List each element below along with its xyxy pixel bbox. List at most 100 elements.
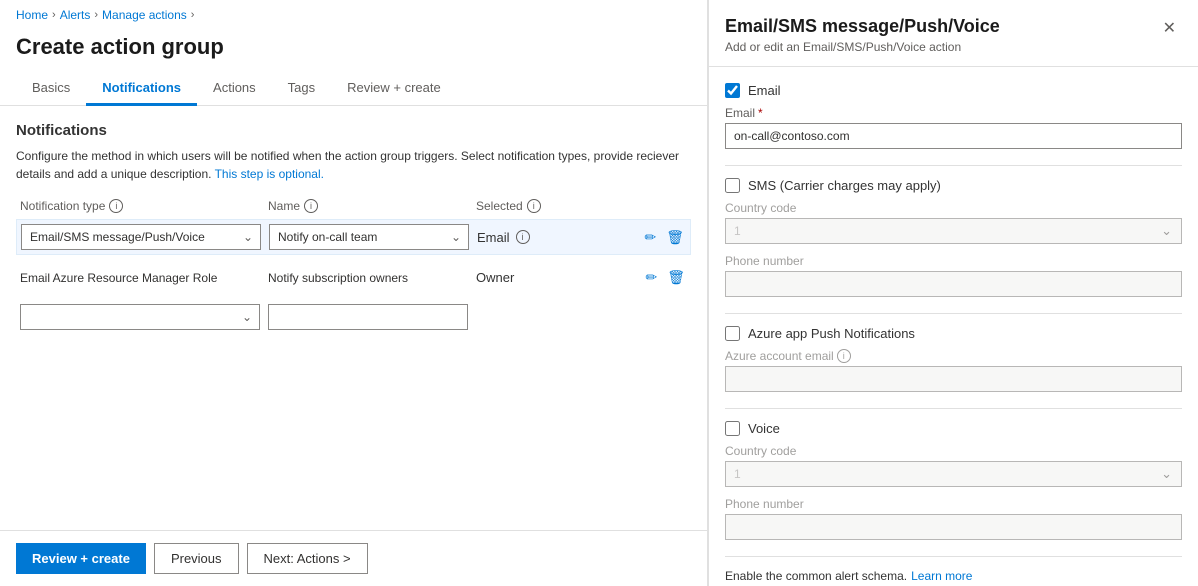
notifications-section-title: Notifications — [16, 122, 691, 139]
edit-button-1[interactable]: ✏ — [642, 227, 658, 248]
schema-row: Enable the common alert schema. Learn mo… — [725, 569, 1182, 583]
email-checkbox[interactable] — [725, 83, 740, 98]
selected-value-1: Email — [477, 230, 510, 245]
tab-tags[interactable]: Tags — [272, 72, 331, 106]
breadcrumb-manage-actions[interactable]: Manage actions — [102, 8, 187, 22]
panel-subtitle: Add or edit an Email/SMS/Push/Voice acti… — [725, 40, 1000, 54]
voice-country-code-row: Country code 1 — [725, 444, 1182, 487]
col-selected: Selected i — [476, 199, 687, 213]
add-name-input[interactable] — [268, 304, 468, 330]
sms-checkbox[interactable] — [725, 178, 740, 193]
selected-cell-2: Owner ✏ 🗑 — [476, 267, 687, 288]
voice-phone-label: Phone number — [725, 497, 1182, 511]
notifications-description: Configure the method in which users will… — [16, 147, 691, 183]
breadcrumb: Home › Alerts › Manage actions › — [0, 0, 707, 30]
action-icons-1: ✏ 🗑 — [642, 227, 686, 248]
right-panel: Email/SMS message/Push/Voice Add or edit… — [708, 0, 1198, 586]
bottom-bar: Review + create Previous Next: Actions > — [0, 530, 707, 586]
email-field-label: Email * — [725, 106, 1182, 120]
sms-country-code-select[interactable]: 1 — [725, 218, 1182, 244]
push-checkbox[interactable] — [725, 326, 740, 341]
divider-3 — [725, 408, 1182, 409]
push-account-email-row: Azure account email i — [725, 349, 1182, 392]
action-icons-2: ✏ 🗑 — [643, 267, 687, 288]
tab-notifications[interactable]: Notifications — [86, 72, 197, 106]
divider-1 — [725, 165, 1182, 166]
review-create-button[interactable]: Review + create — [16, 543, 146, 574]
voice-country-code-label: Country code — [725, 444, 1182, 458]
selected-info-icon-1[interactable]: i — [516, 230, 530, 244]
delete-button-1[interactable]: 🗑 — [664, 227, 686, 248]
sms-country-code-wrapper: 1 — [725, 218, 1182, 244]
notification-type-label-2: Email Azure Resource Manager Role — [20, 271, 260, 285]
notification-type-select-1[interactable]: Email/SMS message/Push/Voice — [21, 224, 261, 250]
sms-country-code-row: Country code 1 — [725, 201, 1182, 244]
sms-checkbox-row: SMS (Carrier charges may apply) — [725, 178, 1182, 193]
notification-name-label-2: Notify subscription owners — [268, 271, 468, 285]
sms-country-code-label: Country code — [725, 201, 1182, 215]
previous-button[interactable]: Previous — [154, 543, 239, 574]
learn-more-link[interactable]: Learn more — [911, 569, 972, 583]
tab-review-create[interactable]: Review + create — [331, 72, 457, 106]
email-field-row: Email * — [725, 106, 1182, 149]
sms-label: SMS (Carrier charges may apply) — [748, 178, 941, 193]
breadcrumb-home[interactable]: Home — [16, 8, 48, 22]
notification-type-select-wrapper-1: Email/SMS message/Push/Voice — [21, 224, 261, 250]
next-actions-button[interactable]: Next: Actions > — [247, 543, 368, 574]
push-label: Azure app Push Notifications — [748, 326, 915, 341]
voice-country-code-wrapper: 1 — [725, 461, 1182, 487]
add-row — [16, 300, 691, 334]
voice-country-code-select[interactable]: 1 — [725, 461, 1182, 487]
email-input[interactable] — [725, 123, 1182, 149]
push-checkbox-row: Azure app Push Notifications — [725, 326, 1182, 341]
tab-basics[interactable]: Basics — [16, 72, 86, 106]
name-info-icon[interactable]: i — [304, 199, 318, 213]
table-header: Notification type i Name i Selected i — [16, 199, 691, 213]
voice-checkbox[interactable] — [725, 421, 740, 436]
push-account-email-label: Azure account email i — [725, 349, 1182, 363]
divider-4 — [725, 556, 1182, 557]
add-type-select-wrapper — [20, 304, 260, 330]
notification-type-info-icon[interactable]: i — [109, 199, 123, 213]
push-account-email-input[interactable] — [725, 366, 1182, 392]
voice-label: Voice — [748, 421, 780, 436]
tab-actions[interactable]: Actions — [197, 72, 272, 106]
email-section: Email Email * — [725, 83, 1182, 149]
selected-cell-1: Email i ✏ 🗑 — [477, 227, 686, 248]
divider-2 — [725, 313, 1182, 314]
add-type-select[interactable] — [20, 304, 260, 330]
notification-name-select-wrapper-1: Notify on-call team — [269, 224, 469, 250]
push-info-icon[interactable]: i — [837, 349, 851, 363]
notification-name-select-1[interactable]: Notify on-call team — [269, 224, 469, 250]
content-area: Notifications Configure the method in wh… — [0, 106, 707, 530]
push-section: Azure app Push Notifications Azure accou… — [725, 326, 1182, 392]
sms-phone-label: Phone number — [725, 254, 1182, 268]
selected-value-2: Owner — [476, 270, 514, 285]
sms-section: SMS (Carrier charges may apply) Country … — [725, 178, 1182, 297]
delete-button-2[interactable]: 🗑 — [665, 267, 687, 288]
optional-link[interactable]: This step is optional. — [215, 167, 324, 181]
voice-section: Voice Country code 1 Phone number — [725, 421, 1182, 540]
email-label: Email — [748, 83, 781, 98]
tabs-bar: Basics Notifications Actions Tags Review… — [0, 72, 707, 106]
breadcrumb-alerts[interactable]: Alerts — [60, 8, 91, 22]
close-button[interactable]: ✕ — [1157, 16, 1182, 40]
voice-checkbox-row: Voice — [725, 421, 1182, 436]
col-name: Name i — [268, 199, 468, 213]
voice-phone-row: Phone number — [725, 497, 1182, 540]
sms-phone-row: Phone number — [725, 254, 1182, 297]
table-row: Email Azure Resource Manager Role Notify… — [16, 263, 691, 292]
col-notification-type: Notification type i — [20, 199, 260, 213]
voice-phone-input[interactable] — [725, 514, 1182, 540]
email-checkbox-row: Email — [725, 83, 1182, 98]
schema-label: Enable the common alert schema. — [725, 569, 907, 583]
required-marker: * — [758, 106, 763, 120]
sms-phone-input[interactable] — [725, 271, 1182, 297]
panel-title: Email/SMS message/Push/Voice — [725, 16, 1000, 37]
panel-body: Email Email * SMS (Carrier charges may a… — [709, 67, 1198, 586]
panel-header-text: Email/SMS message/Push/Voice Add or edit… — [725, 16, 1000, 54]
edit-button-2[interactable]: ✏ — [643, 267, 659, 288]
selected-info-icon[interactable]: i — [527, 199, 541, 213]
add-name-input-wrapper — [268, 304, 468, 330]
page-title: Create action group — [0, 30, 707, 72]
